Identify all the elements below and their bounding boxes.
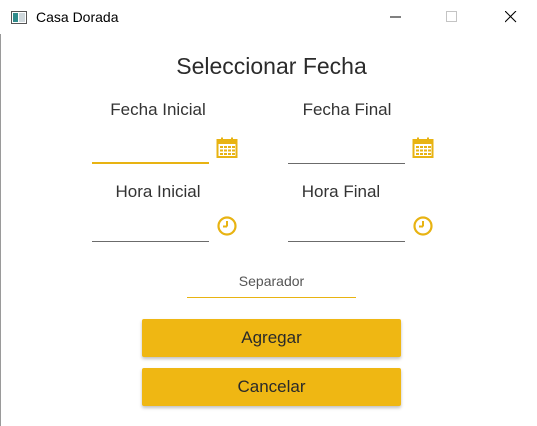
fecha-final-underline [288,163,405,164]
maximize-button[interactable] [429,0,475,34]
calendar-icon[interactable] [412,137,434,159]
window-left-border [0,34,1,426]
hora-final-underline [288,241,405,242]
hora-inicial-label: Hora Inicial [115,182,201,201]
hora-inicial-underline [92,241,209,242]
cancelar-button[interactable]: Cancelar [142,368,401,406]
window-title: Casa Dorada [36,9,119,25]
window-app-icon [11,11,27,24]
fecha-inicial-input[interactable] [92,140,209,164]
close-icon [505,11,517,23]
fecha-inicial-label: Fecha Inicial [110,100,206,119]
separador-input[interactable]: Separador [187,268,356,298]
calendar-icon[interactable] [216,137,238,159]
close-button[interactable] [488,0,534,34]
clock-icon[interactable] [412,215,434,237]
clock-icon[interactable] [216,215,238,237]
hora-final-input[interactable] [288,218,405,242]
minimize-button[interactable] [373,0,419,34]
fecha-final-input[interactable] [288,140,405,164]
main-window: Casa Dorada Seleccionar Fecha Fecha Inic… [0,0,537,426]
fecha-inicial-underline [92,162,209,164]
hora-inicial-input[interactable] [92,218,209,242]
hora-final-label: Hora Final [301,182,381,201]
maximize-icon [446,11,457,22]
separador-placeholder: Separador [238,273,305,289]
separador-underline [187,297,356,298]
agregar-button[interactable]: Agregar [142,319,401,357]
page-title: Seleccionar Fecha [176,53,367,79]
fecha-final-label: Fecha Final [302,100,392,119]
title-bar[interactable]: Casa Dorada [0,0,537,34]
minimize-icon [390,16,401,18]
